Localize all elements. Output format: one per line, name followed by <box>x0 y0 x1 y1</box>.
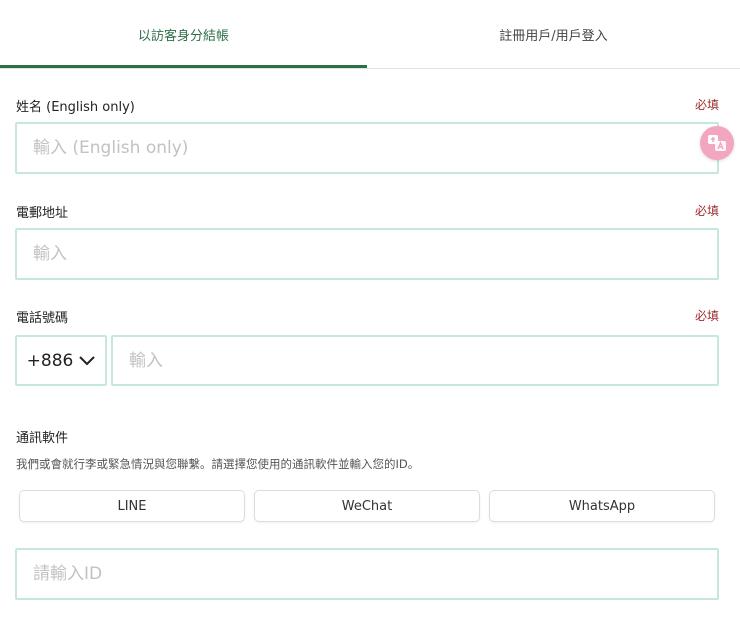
translate-icon <box>708 135 726 151</box>
active-tab-indicator <box>0 65 367 68</box>
email-input[interactable] <box>15 228 719 280</box>
messaging-label: 通訊軟件 <box>16 431 69 446</box>
phone-input[interactable] <box>111 335 719 386</box>
name-label: 姓名 (English only) <box>16 100 135 115</box>
messaging-id-input[interactable] <box>15 548 719 600</box>
checkout-tabs: 以訪客身分結帳 註冊用戶/用戶登入 <box>0 0 740 69</box>
tab-register-login[interactable]: 註冊用戶/用戶登入 <box>367 0 740 68</box>
app-option-wechat[interactable]: WeChat <box>254 490 480 522</box>
app-option-whatsapp[interactable]: WhatsApp <box>489 490 715 522</box>
messaging-hint: 我們或會就行李或緊急情況與您聯繫。請選擇您使用的通訊軟件並輸入您的ID。 <box>16 457 420 471</box>
email-label: 電郵地址 <box>16 206 69 221</box>
phone-label: 電話號碼 <box>16 311 69 326</box>
translate-button[interactable] <box>700 126 734 160</box>
country-code-value: +886 <box>26 350 74 371</box>
app-option-line[interactable]: LINE <box>19 490 245 522</box>
chevron-down-icon <box>79 355 96 365</box>
country-code-select[interactable]: +886 <box>15 335 107 386</box>
tab-guest-checkout[interactable]: 以訪客身分結帳 <box>0 0 367 68</box>
phone-required-badge: 必填 <box>694 309 719 323</box>
email-required-badge: 必填 <box>694 204 719 218</box>
name-required-badge: 必填 <box>694 98 719 112</box>
name-input[interactable] <box>15 122 719 174</box>
